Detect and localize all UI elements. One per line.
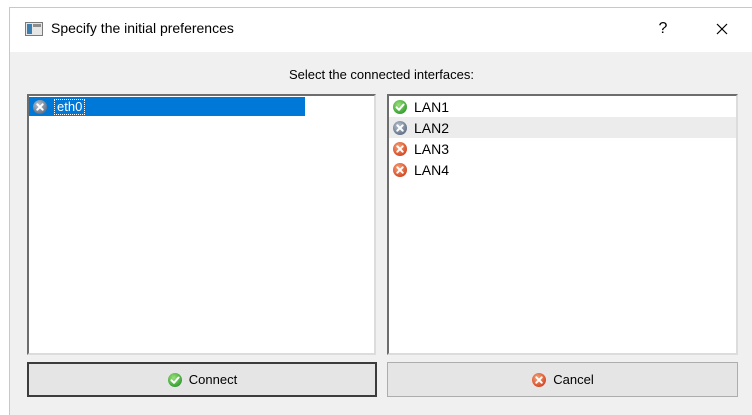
- interfaces-list[interactable]: eth0: [27, 94, 376, 355]
- x-circle-gray-icon: [33, 99, 47, 114]
- list-item-lan3[interactable]: LAN3: [389, 138, 736, 159]
- app-icon: [25, 22, 43, 36]
- list-item-label: LAN1: [414, 98, 450, 115]
- connect-button-label: Connect: [188, 372, 238, 387]
- instruction-label: Select the connected interfaces:: [288, 67, 474, 82]
- list-item-lan4[interactable]: LAN4: [389, 159, 736, 180]
- x-circle-gray-icon: [393, 120, 407, 135]
- ports-list[interactable]: LAN1 LAN2 LAN3 LAN4: [387, 94, 738, 355]
- check-circle-icon: [393, 99, 407, 114]
- check-circle-icon: [167, 372, 182, 387]
- x-circle-red-icon: [393, 162, 407, 177]
- x-circle-red-icon: [532, 372, 547, 387]
- connect-button[interactable]: Connect: [27, 362, 377, 397]
- help-button[interactable]: ?: [653, 16, 673, 42]
- window-title: Specify the initial preferences: [51, 20, 234, 36]
- list-item-label: LAN2: [414, 119, 450, 136]
- list-item-label: LAN4: [414, 161, 450, 178]
- close-icon: [716, 23, 728, 35]
- x-circle-red-icon: [393, 141, 407, 156]
- list-item-lan1[interactable]: LAN1: [389, 96, 736, 117]
- cancel-button-label: Cancel: [553, 372, 594, 387]
- list-item-label: eth0: [54, 98, 86, 115]
- title-bar: Specify the initial preferences ?: [10, 8, 752, 52]
- list-item-lan2[interactable]: LAN2: [389, 117, 736, 138]
- list-item-label: LAN3: [414, 140, 450, 157]
- dialog-window: Specify the initial preferences ? Select…: [9, 7, 752, 415]
- cancel-button[interactable]: Cancel: [387, 362, 738, 397]
- list-item-eth0[interactable]: eth0: [29, 97, 305, 116]
- close-button[interactable]: [707, 14, 737, 44]
